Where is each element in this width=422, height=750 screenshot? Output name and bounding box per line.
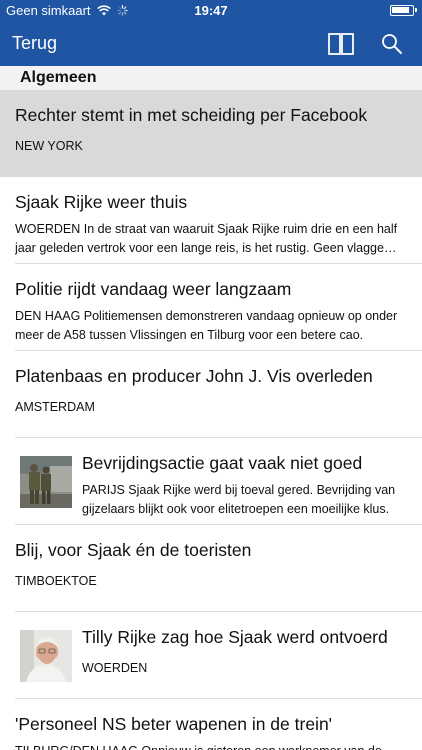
navigation-bar: Terug [0, 22, 422, 66]
article-summary: NEW YORK [15, 139, 83, 153]
article-summary: TIMBOEKTOE [15, 574, 97, 588]
article-item[interactable]: Politie rijdt vandaag weer langzaam DEN … [0, 264, 422, 351]
article-title: Blij, voor Sjaak én de toeristen [15, 540, 252, 560]
article-item[interactable]: Blij, voor Sjaak én de toeristen TIMBOEK… [0, 525, 422, 612]
section-header: Algemeen [0, 66, 422, 90]
article-summary: WOERDEN In de straat van waaruit Sjaak R… [15, 222, 398, 255]
battery-icon [390, 5, 417, 16]
article-summary: TILBURG/DEN HAAG Opnieuw is gisteren een… [15, 742, 404, 750]
article-title: Rechter stemt in met scheiding per Faceb… [15, 105, 368, 125]
article-list: Rechter stemt in met scheiding per Faceb… [0, 90, 422, 750]
article-summary: PARIJS Sjaak Rijke werd bij toeval gered… [82, 483, 396, 516]
article-item[interactable]: 'Personeel NS beter wapenen in de trein'… [0, 699, 422, 750]
article-title: Bevrijdingsactie gaat vaak niet goed [82, 453, 363, 473]
book-button[interactable] [327, 31, 355, 57]
article-title: Politie rijdt vandaag weer langzaam [15, 279, 292, 299]
status-bar: Geen simkaart 19:47 [0, 0, 422, 22]
article-item[interactable]: Rechter stemt in met scheiding per Faceb… [0, 90, 422, 177]
article-thumbnail [20, 456, 72, 508]
article-summary: DEN HAAG Politiemensen demonstreren vand… [15, 309, 398, 342]
article-item[interactable]: Tilly Rijke zag hoe Sjaak werd ontvoerd … [0, 612, 422, 699]
search-button[interactable] [378, 31, 406, 57]
book-icon [328, 33, 354, 55]
status-time: 19:47 [194, 3, 228, 18]
article-title: Sjaak Rijke weer thuis [15, 192, 188, 212]
article-summary: AMSTERDAM [15, 400, 95, 414]
article-title: Tilly Rijke zag hoe Sjaak werd ontvoerd [82, 627, 388, 647]
article-title: Platenbaas en producer John J. Vis overl… [15, 366, 373, 386]
article-item[interactable]: Sjaak Rijke weer thuis WOERDEN In de str… [0, 177, 422, 264]
article-item[interactable]: Bevrijdingsactie gaat vaak niet goed PAR… [0, 438, 422, 525]
article-summary: WOERDEN [82, 661, 148, 675]
article-item[interactable]: Platenbaas en producer John J. Vis overl… [0, 351, 422, 438]
search-icon [382, 34, 402, 54]
soldiers-photo [20, 456, 72, 508]
back-button[interactable]: Terug [12, 33, 57, 54]
article-thumbnail [20, 630, 72, 682]
article-title: 'Personeel NS beter wapenen in de trein' [15, 714, 333, 734]
portrait-photo [20, 630, 72, 682]
